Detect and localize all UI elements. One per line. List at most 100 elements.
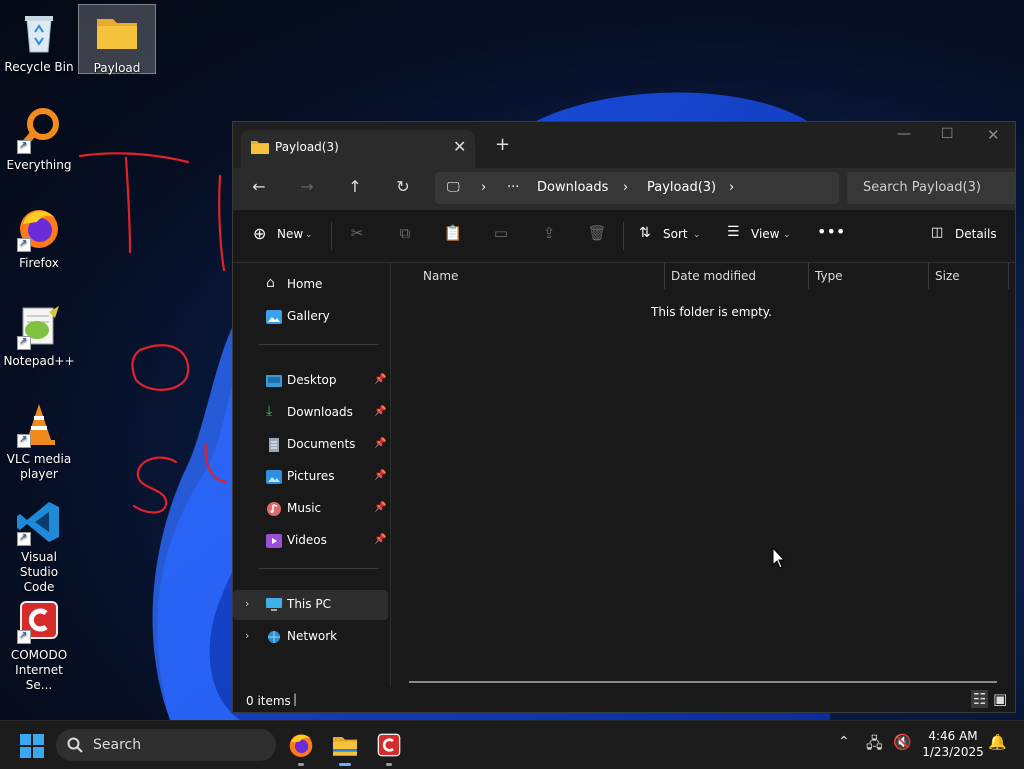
sidebar-item-label: Documents bbox=[287, 437, 356, 451]
sidebar-item-label: Home bbox=[287, 277, 323, 291]
address-bar[interactable]: 🖵 › ··· Downloads › Payload(3) › bbox=[435, 172, 839, 204]
notepad-plus-plus-icon bbox=[15, 302, 63, 350]
empty-folder-message: This folder is empty. bbox=[651, 305, 772, 319]
view-button[interactable]: View bbox=[751, 227, 779, 241]
desktop-icon-label: COMODO Internet Se... bbox=[10, 648, 68, 692]
sidebar-item-network[interactable]: › Network bbox=[233, 622, 388, 652]
firefox-icon bbox=[289, 734, 313, 757]
details-view-icon[interactable]: ☷ bbox=[971, 690, 989, 708]
desktop-icon-vlc[interactable]: VLC media player bbox=[3, 400, 75, 482]
plus-circle-icon: ⊕ bbox=[253, 224, 267, 243]
column-divider[interactable] bbox=[928, 263, 929, 289]
taskbar-file-explorer[interactable] bbox=[329, 729, 361, 766]
chevron-down-icon: ⌄ bbox=[305, 230, 313, 240]
column-header-type[interactable]: Type bbox=[815, 269, 843, 283]
sort-button[interactable]: Sort bbox=[663, 227, 688, 241]
network-icon bbox=[268, 631, 280, 643]
column-divider[interactable] bbox=[664, 263, 665, 289]
folder-icon bbox=[93, 9, 141, 57]
downloads-icon: ⤓ bbox=[266, 403, 273, 419]
command-bar: ⊕ New ⌄ ✂ ⧉ 📋 ▭ ⇪ 🗑 ⇅ Sort ⌄ ☰ View ⌄ ••… bbox=[233, 210, 1015, 263]
desktop-icon-vscode[interactable]: Visual Studio Code bbox=[3, 498, 75, 595]
chevron-right-icon[interactable]: › bbox=[245, 597, 249, 610]
breadcrumb-payload[interactable]: Payload(3) bbox=[647, 180, 716, 195]
sidebar-item-downloads[interactable]: ⤓ Downloads 📌 bbox=[233, 398, 388, 428]
chevron-up-icon[interactable]: ⌃ bbox=[838, 734, 850, 750]
network-status-icon[interactable]: 🖧 bbox=[866, 733, 883, 758]
new-tab-icon[interactable]: + bbox=[495, 134, 510, 155]
back-arrow-icon[interactable]: ← bbox=[247, 177, 271, 196]
sidebar-item-music[interactable]: Music 📌 bbox=[233, 494, 388, 524]
firefox-icon bbox=[15, 204, 63, 252]
share-icon[interactable]: ⇪ bbox=[539, 224, 559, 244]
forward-arrow-icon[interactable]: → bbox=[295, 177, 319, 196]
divider bbox=[331, 222, 332, 250]
search-box[interactable]: Search Payload(3) bbox=[847, 172, 1015, 204]
large-icons-view-icon[interactable]: ▣ bbox=[993, 690, 1007, 708]
item-count: 0 items bbox=[246, 694, 291, 708]
desktop-icon-payload[interactable]: Payload bbox=[78, 4, 156, 75]
new-button[interactable]: New bbox=[277, 227, 303, 241]
sidebar-item-documents[interactable]: Documents 📌 bbox=[233, 430, 388, 460]
windows-start-icon[interactable] bbox=[20, 734, 44, 758]
taskbar-firefox[interactable] bbox=[285, 729, 317, 766]
column-divider[interactable] bbox=[808, 263, 809, 289]
sidebar-item-label: Gallery bbox=[287, 309, 330, 323]
sidebar-item-home[interactable]: ⌂ Home bbox=[233, 270, 388, 300]
pin-icon: 📌 bbox=[374, 502, 387, 513]
taskbar-search-box[interactable]: Search bbox=[56, 729, 276, 761]
maximize-icon[interactable]: ☐ bbox=[941, 126, 954, 142]
sort-icon: ⇅ bbox=[639, 225, 651, 241]
chevron-right-icon[interactable]: › bbox=[245, 629, 249, 642]
desktop-icon-comodo[interactable]: COMODO Internet Se... bbox=[3, 596, 75, 693]
horizontal-scrollbar[interactable] bbox=[409, 681, 997, 683]
more-locations-icon[interactable]: ··· bbox=[507, 180, 519, 195]
rename-icon[interactable]: ▭ bbox=[491, 224, 511, 244]
volume-muted-icon[interactable]: 🔇 bbox=[893, 733, 912, 751]
navigation-pane: ⌂ Home Gallery Desktop 📌 ⤓ Downloads 📌 D… bbox=[233, 263, 391, 687]
delete-icon[interactable]: 🗑 bbox=[587, 224, 607, 244]
close-window-icon[interactable]: ✕ bbox=[987, 126, 1000, 144]
refresh-icon[interactable]: ↻ bbox=[391, 177, 415, 196]
chevron-right-icon[interactable]: › bbox=[729, 180, 734, 195]
shortcut-arrow-icon bbox=[17, 530, 31, 546]
taskbar-comodo[interactable] bbox=[373, 729, 405, 766]
more-options-icon[interactable]: ••• bbox=[817, 222, 845, 241]
column-header-name[interactable]: Name bbox=[423, 269, 458, 283]
breadcrumb-downloads[interactable]: Downloads bbox=[537, 180, 608, 195]
shortcut-arrow-icon bbox=[17, 432, 31, 448]
desktop-icon-everything[interactable]: Everything bbox=[3, 106, 75, 173]
minimize-icon[interactable]: — bbox=[897, 126, 911, 142]
desktop-icon-recycle-bin[interactable]: Recycle Bin bbox=[3, 8, 75, 75]
paste-icon[interactable]: 📋 bbox=[443, 224, 463, 244]
running-indicator bbox=[386, 763, 392, 766]
system-clock[interactable]: 4:46 AM 1/23/2025 bbox=[922, 728, 984, 760]
desktop-folder-icon bbox=[266, 375, 282, 387]
desktop-icon-firefox[interactable]: Firefox bbox=[3, 204, 75, 271]
tab-payload[interactable]: Payload(3) ✕ bbox=[241, 130, 475, 168]
column-divider[interactable] bbox=[1008, 263, 1009, 289]
copy-icon[interactable]: ⧉ bbox=[395, 224, 415, 244]
title-bar: Payload(3) ✕ + — ☐ ✕ bbox=[233, 122, 1015, 168]
sidebar-item-label: Desktop bbox=[287, 373, 337, 387]
sidebar-item-videos[interactable]: Videos 📌 bbox=[233, 526, 388, 556]
sidebar-item-pictures[interactable]: Pictures 📌 bbox=[233, 462, 388, 492]
tab-title: Payload(3) bbox=[275, 140, 339, 154]
notification-bell-icon[interactable]: 🔔 bbox=[988, 733, 1007, 751]
column-header-date-modified[interactable]: Date modified bbox=[671, 269, 756, 283]
file-explorer-window: Payload(3) ✕ + — ☐ ✕ ← → ↑ ↻ 🖵 › ··· Dow… bbox=[232, 121, 1016, 713]
folder-icon bbox=[251, 141, 269, 154]
up-arrow-icon[interactable]: ↑ bbox=[343, 177, 367, 196]
cut-icon[interactable]: ✂ bbox=[347, 224, 367, 244]
mouse-cursor-icon bbox=[772, 547, 786, 569]
details-button[interactable]: Details bbox=[955, 227, 997, 241]
close-tab-icon[interactable]: ✕ bbox=[453, 137, 466, 156]
sidebar-item-gallery[interactable]: Gallery bbox=[233, 302, 388, 332]
sidebar-item-desktop[interactable]: Desktop 📌 bbox=[233, 366, 388, 396]
sidebar-item-this-pc[interactable]: › This PC bbox=[233, 590, 388, 620]
videos-icon bbox=[266, 534, 282, 548]
taskbar-search-label: Search bbox=[93, 737, 142, 753]
desktop-icon-notepad-plus-plus[interactable]: Notepad++ bbox=[3, 302, 75, 369]
chevron-down-icon: ⌄ bbox=[693, 230, 701, 240]
column-header-size[interactable]: Size bbox=[935, 269, 960, 283]
